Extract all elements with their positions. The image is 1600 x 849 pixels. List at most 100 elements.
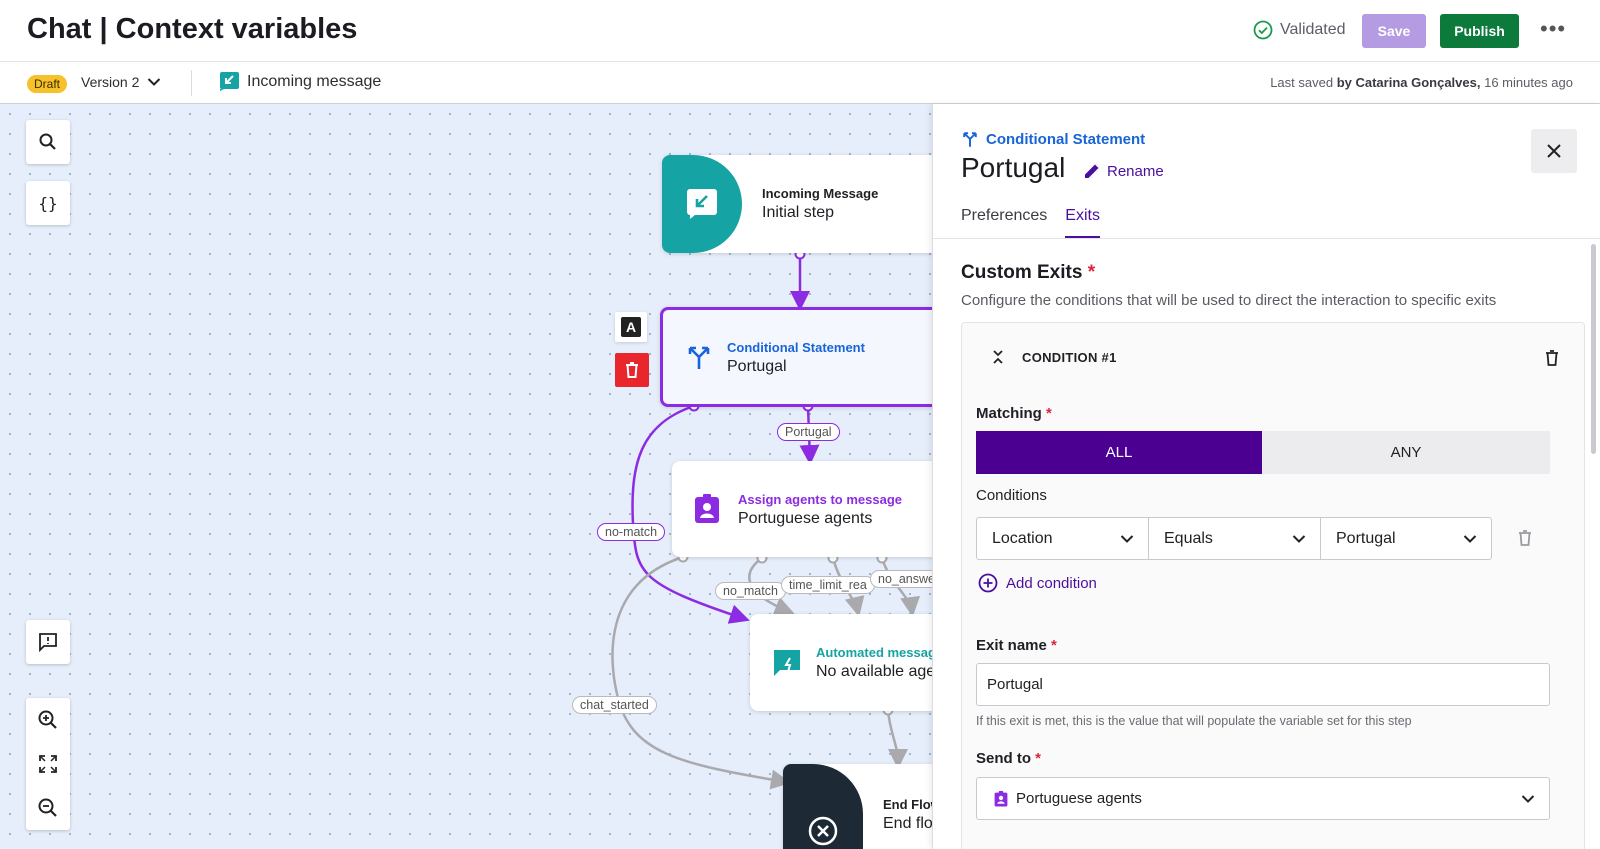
validated-status: Validated [1253, 20, 1346, 40]
exit-name-input[interactable]: Portugal [976, 663, 1550, 706]
edge-label-no-match-grey[interactable]: no_match [715, 582, 786, 600]
condition-value-select[interactable]: Portugal [1320, 517, 1492, 560]
send-to-select[interactable]: Portuguese agents [976, 777, 1550, 820]
publish-button[interactable]: Publish [1440, 14, 1519, 48]
custom-exits-description: Configure the conditions that will be us… [961, 292, 1497, 309]
matching-all-option[interactable]: ALL [976, 431, 1262, 474]
edge-label-time-limit[interactable]: time_limit_rea [781, 576, 875, 594]
version-selector[interactable]: Version 2 [81, 74, 161, 90]
close-icon [1547, 144, 1561, 158]
tab-exits[interactable]: Exits [1065, 207, 1100, 239]
sub-header: Draft Version 2 Incoming message Last sa… [0, 62, 1600, 104]
exit-name-label: Exit name * [976, 637, 1057, 654]
step-properties-panel: Conditional Statement Portugal Rename Pr… [932, 104, 1600, 849]
zoom-out-button[interactable] [26, 786, 70, 830]
node-text: Assign agents to message Portuguese agen… [738, 492, 902, 528]
zoom-in-icon [38, 710, 57, 729]
matching-any-option[interactable]: ANY [1262, 431, 1550, 474]
node-text: Incoming Message Initial step [762, 186, 878, 222]
node-text: Automated messag No available ager [816, 645, 932, 681]
feedback-tool-button[interactable] [26, 620, 70, 664]
rename-button[interactable]: Rename [1083, 162, 1164, 180]
trash-icon [1546, 350, 1558, 366]
zoom-out-icon [38, 798, 57, 817]
variables-tool-button[interactable]: {} [26, 181, 70, 225]
node-name: Portugal [727, 358, 787, 375]
node-type: End Flow [883, 797, 932, 812]
node-icon-area [783, 764, 863, 849]
fit-view-button[interactable] [26, 742, 70, 786]
chevron-down-icon [1120, 534, 1134, 543]
feedback-icon [39, 633, 57, 652]
tab-preferences[interactable]: Preferences [961, 207, 1047, 239]
node-assign-agents[interactable]: Assign agents to message Portuguese agen… [672, 461, 932, 557]
incoming-message-icon [220, 72, 239, 91]
save-button[interactable]: Save [1362, 14, 1426, 48]
trash-icon [626, 362, 638, 378]
zoom-in-button[interactable] [26, 698, 70, 742]
more-options-icon[interactable]: ••• [1540, 16, 1566, 42]
node-label-button[interactable]: A [615, 312, 647, 342]
node-incoming-message[interactable]: Incoming Message Initial step [662, 155, 932, 253]
node-text: End Flow End flov [883, 797, 932, 833]
delete-node-button[interactable] [615, 353, 649, 387]
send-to-label-text: Send to [976, 750, 1031, 767]
delete-condition-button[interactable] [1544, 349, 1560, 372]
tab-divider [933, 238, 1600, 239]
close-panel-button[interactable] [1531, 129, 1577, 173]
custom-exits-title-text: Custom Exits [961, 262, 1083, 283]
edge-label-no-answer[interactable]: no_answe [870, 570, 932, 588]
text-label-icon: A [621, 317, 641, 337]
condition-field-select[interactable]: Location [976, 517, 1149, 560]
condition-field-value: Location [992, 529, 1053, 547]
node-text: Conditional Statement Portugal [727, 340, 865, 376]
condition-card: CONDITION #1 Matching * ALL ANY Conditio… [961, 322, 1585, 849]
node-end-flow[interactable]: End Flow End flov [783, 764, 932, 849]
last-saved-prefix: Last saved [1270, 75, 1334, 90]
rename-label: Rename [1107, 162, 1164, 180]
search-tool-button[interactable] [26, 120, 70, 164]
flow-canvas[interactable]: {} Incoming Message Initial step A Condi… [0, 104, 932, 849]
last-saved-by: by Catarina Gonçalves, [1336, 75, 1481, 90]
panel-scrollbar[interactable] [1591, 244, 1596, 454]
branch-icon [963, 132, 977, 147]
trigger-indicator: Incoming message [220, 72, 381, 91]
condition-header[interactable]: CONDITION #1 [992, 349, 1117, 365]
exit-name-hint: If this exit is met, this is the value t… [976, 714, 1412, 728]
matching-label: Matching * [976, 405, 1052, 422]
edge-label-portugal[interactable]: Portugal [777, 423, 840, 441]
chevron-down-icon [1292, 534, 1306, 543]
custom-exits-title: Custom Exits * [961, 262, 1095, 284]
automated-message-icon [774, 650, 800, 676]
required-marker: * [1087, 262, 1096, 283]
check-circle-icon [1253, 20, 1273, 40]
collapse-icon [993, 350, 1003, 364]
search-icon [39, 133, 56, 150]
node-name: Portuguese agents [738, 510, 873, 527]
condition-title: CONDITION #1 [1022, 349, 1117, 365]
panel-step-type-label: Conditional Statement [986, 130, 1146, 148]
draft-badge: Draft [27, 75, 68, 93]
condition-operator-select[interactable]: Equals [1148, 517, 1321, 560]
add-condition-label: Add condition [1006, 574, 1097, 592]
required-marker: * [1035, 750, 1042, 767]
node-type: Conditional Statement [727, 340, 865, 355]
version-label: Version 2 [81, 74, 140, 90]
required-marker: * [1046, 405, 1052, 422]
add-condition-button[interactable]: Add condition [978, 573, 1097, 593]
page-title: Chat | Context variables [27, 13, 358, 45]
delete-condition-row-button[interactable] [1517, 529, 1533, 552]
edge-label-no-match[interactable]: no-match [597, 523, 666, 541]
node-conditional-statement[interactable]: Conditional Statement Portugal [660, 307, 932, 407]
add-circle-icon [978, 573, 998, 593]
node-automated-message[interactable]: Automated messag No available ager [750, 614, 932, 711]
matching-toggle: ALL ANY [976, 431, 1550, 474]
agent-badge-icon [695, 494, 719, 523]
exit-name-label-text: Exit name [976, 637, 1047, 654]
chevron-down-icon [1521, 794, 1535, 803]
last-saved-when: 16 minutes ago [1484, 75, 1573, 90]
edge-label-chat-started[interactable]: chat_started [572, 696, 657, 714]
chevron-down-icon [1463, 534, 1477, 543]
zoom-controls [26, 698, 70, 830]
agent-badge-icon [994, 790, 1008, 806]
